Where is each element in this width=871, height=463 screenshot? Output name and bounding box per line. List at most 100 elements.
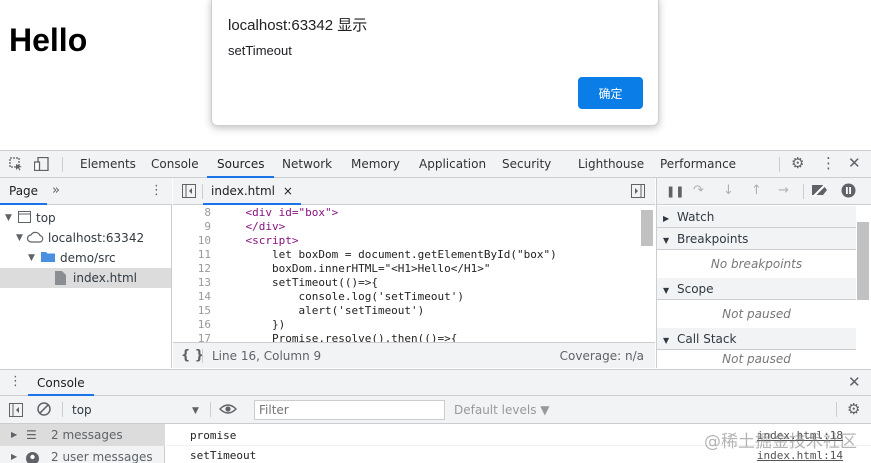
close-drawer-icon[interactable]: ✕ (848, 375, 861, 390)
navigator-menu-icon[interactable]: ⋮ (150, 184, 163, 198)
breakpoints-body: No breakpoints (710, 257, 803, 271)
editor-scrollbar[interactable] (641, 210, 653, 246)
navigator-tab-page[interactable]: Page (0, 178, 48, 205)
list-icon: ☰ (26, 428, 37, 442)
alert-ok-button[interactable]: 确定 (578, 77, 643, 109)
editor-tabbar: index.html × (173, 178, 655, 205)
coverage-status[interactable]: Coverage: n/a (560, 349, 644, 363)
section-title: Breakpoints (676, 232, 749, 246)
dropdown-arrow-icon[interactable]: ▼ (192, 404, 199, 418)
tree-item-host[interactable]: ▼ localhost:63342 (0, 228, 171, 248)
watermark: @稀土掘金技术社区 (704, 432, 857, 452)
collapse-triangle-icon: ▶ (663, 214, 670, 223)
pretty-print-icon[interactable]: { } (181, 349, 204, 363)
debugger-sidebar: ❚❚ ↷ ↓ ↑ → ▶ Watch ▼ Breakpoints No brea… (656, 178, 871, 368)
expand-triangle-icon: ▶ (11, 452, 18, 461)
inspect-element-icon[interactable] (9, 157, 23, 175)
tree-item-label: index.html (73, 271, 137, 285)
deactivate-breakpoints-icon[interactable] (811, 183, 829, 201)
clear-console-icon[interactable] (37, 402, 51, 420)
debugger-scrollbar[interactable] (857, 222, 869, 300)
expand-triangle-icon: ▶ (11, 430, 18, 439)
section-breakpoints[interactable]: ▼ Breakpoints (657, 228, 856, 250)
expand-triangle-icon: ▼ (663, 286, 670, 295)
frame-window-icon (18, 211, 31, 227)
tab-console[interactable]: Console (151, 151, 199, 178)
console-settings-gear-icon[interactable]: ⚙ (847, 402, 860, 417)
step-over-icon[interactable]: ↷ (693, 184, 704, 198)
cloud-icon (26, 231, 44, 247)
devtools-panel: Elements Console Sources Network Memory … (0, 150, 871, 463)
file-navigator: Page » ⋮ ▼ top ▼ localhost:63342 ▼ demo/… (0, 178, 172, 368)
context-selector[interactable]: top (72, 403, 92, 417)
editor-tab-label: index.html (211, 184, 275, 198)
tree-item-top[interactable]: ▼ top (0, 208, 171, 228)
section-title: Scope (676, 282, 714, 296)
console-filter-input[interactable] (254, 400, 445, 420)
tab-memory[interactable]: Memory (351, 151, 400, 178)
expand-triangle-icon: ▼ (663, 236, 670, 245)
pause-icon[interactable]: ❚❚ (666, 185, 684, 199)
tab-network[interactable]: Network (282, 151, 332, 178)
settings-gear-icon[interactable]: ⚙ (791, 156, 804, 171)
call-stack-body: Not paused (722, 352, 791, 366)
tree-item-folder[interactable]: ▼ demo/src (0, 248, 171, 268)
close-tab-icon[interactable]: × (283, 184, 293, 198)
more-options-icon[interactable]: ⋮ (821, 156, 836, 171)
section-call-stack[interactable]: ▼ Call Stack (657, 328, 856, 350)
editor-tab-file[interactable]: index.html × (203, 178, 301, 205)
drawer-tab-console[interactable]: Console (28, 370, 94, 396)
expand-triangle-icon: ▼ (663, 336, 670, 345)
navigator-header: Page » ⋮ (0, 178, 172, 205)
section-scope[interactable]: ▼ Scope (657, 278, 856, 300)
debugger-toolbar: ❚❚ ↷ ↓ ↑ → (657, 178, 871, 205)
pause-on-exceptions-icon[interactable] (841, 183, 856, 202)
alert-message: setTimeout (228, 43, 292, 58)
user-icon (26, 450, 39, 463)
more-tabs-chevron-icon[interactable]: » (52, 184, 60, 198)
close-devtools-icon[interactable]: ✕ (848, 156, 861, 171)
code-area[interactable]: 8 <div id="box"> 9 </div> 10 <script> 11… (173, 206, 655, 342)
tab-sources[interactable]: Sources (207, 151, 275, 178)
tab-performance[interactable]: Performance (660, 151, 736, 178)
device-toolbar-icon[interactable] (33, 156, 50, 175)
tree-item-file[interactable]: index.html (0, 268, 171, 288)
log-levels-dropdown[interactable]: Default levels ▼ (454, 403, 550, 417)
drawer-tabbar: ⋮ Console ✕ (0, 370, 871, 396)
page-heading: Hello (9, 22, 88, 58)
console-sidebar: ▶ ☰ 2 messages ▶ 2 user messages (0, 424, 165, 463)
step-out-icon[interactable]: ↑ (751, 184, 762, 198)
tab-lighthouse[interactable]: Lighthouse (578, 151, 644, 178)
section-title: Call Stack (676, 332, 737, 346)
drawer-menu-icon[interactable]: ⋮ (9, 375, 22, 389)
live-expression-eye-icon[interactable] (219, 402, 237, 420)
sidebar-item-user-messages[interactable]: ▶ 2 user messages (0, 446, 165, 463)
folder-icon (41, 251, 55, 266)
scope-body: Not paused (722, 307, 791, 321)
expand-triangle-icon: ▼ (5, 213, 12, 223)
alert-dialog: localhost:63342 显示 setTimeout 确定 (211, 0, 659, 126)
sidebar-item-label: 2 messages (51, 428, 123, 442)
tab-security[interactable]: Security (502, 151, 551, 178)
code-editor: index.html × 8 <div id="box"> 9 </div> 1… (173, 178, 655, 368)
toggle-sidebar-icon[interactable] (9, 403, 23, 421)
devtools-tabbar: Elements Console Sources Network Memory … (0, 151, 871, 178)
toggle-navigator-icon[interactable] (182, 184, 196, 202)
message-text: setTimeout (190, 449, 257, 462)
sidebar-item-label: 2 user messages (51, 450, 153, 463)
step-into-icon[interactable]: ↓ (723, 184, 734, 198)
section-watch[interactable]: ▶ Watch (657, 206, 856, 228)
toggle-debugger-icon[interactable] (631, 184, 645, 202)
expand-triangle-icon: ▼ (28, 253, 35, 263)
message-text: promise (190, 429, 237, 442)
tree-item-label: localhost:63342 (48, 231, 145, 245)
file-icon (55, 271, 66, 289)
section-title: Watch (676, 210, 715, 224)
sidebar-item-messages[interactable]: ▶ ☰ 2 messages (0, 424, 165, 446)
tree-item-label: demo/src (60, 251, 116, 265)
tab-application[interactable]: Application (419, 151, 486, 178)
editor-status-bar: { } Line 16, Column 9 Coverage: n/a (173, 342, 655, 368)
step-icon[interactable]: → (778, 184, 789, 198)
tab-elements[interactable]: Elements (80, 151, 136, 178)
tree-item-label: top (36, 211, 56, 225)
